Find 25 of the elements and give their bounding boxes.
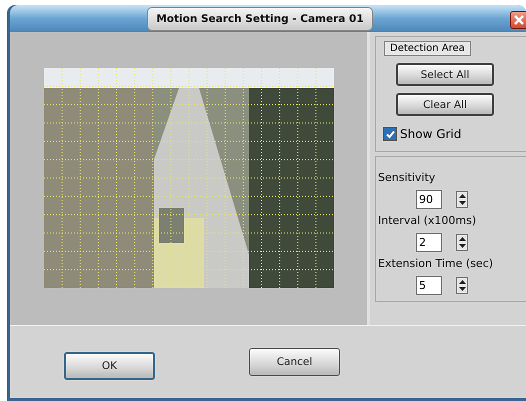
ok-button[interactable]: OK xyxy=(64,352,155,380)
setting-label: Extension Time (sec) xyxy=(378,257,494,270)
spin-button[interactable] xyxy=(456,191,468,208)
up-arrow-icon xyxy=(458,194,466,198)
up-arrow-icon xyxy=(458,280,466,284)
group-label: Detection Area xyxy=(384,41,471,56)
down-arrow-icon xyxy=(458,287,466,292)
area-button[interactable]: Select All xyxy=(396,63,494,86)
close-button[interactable] xyxy=(510,11,526,29)
window-title: Motion Search Setting - Camera 01 xyxy=(147,6,373,30)
spin-button[interactable] xyxy=(456,234,468,251)
show-grid-checkbox[interactable] xyxy=(383,127,397,141)
show-grid-label: Show Grid xyxy=(400,127,462,141)
setting-label: Sensitivity xyxy=(378,171,436,184)
number-field[interactable]: 5 xyxy=(416,276,442,295)
down-arrow-icon xyxy=(458,201,466,206)
area-button[interactable]: Clear All xyxy=(396,93,494,116)
setting-label: Interval (x100ms) xyxy=(378,214,478,227)
cancel-button[interactable]: Cancel xyxy=(249,348,340,376)
number-field[interactable]: 2 xyxy=(416,233,442,252)
close-icon xyxy=(514,15,524,25)
up-arrow-icon xyxy=(458,236,466,241)
number-field[interactable]: 90 xyxy=(416,190,442,209)
spin-button[interactable] xyxy=(456,277,468,294)
down-arrow-icon xyxy=(458,244,466,248)
